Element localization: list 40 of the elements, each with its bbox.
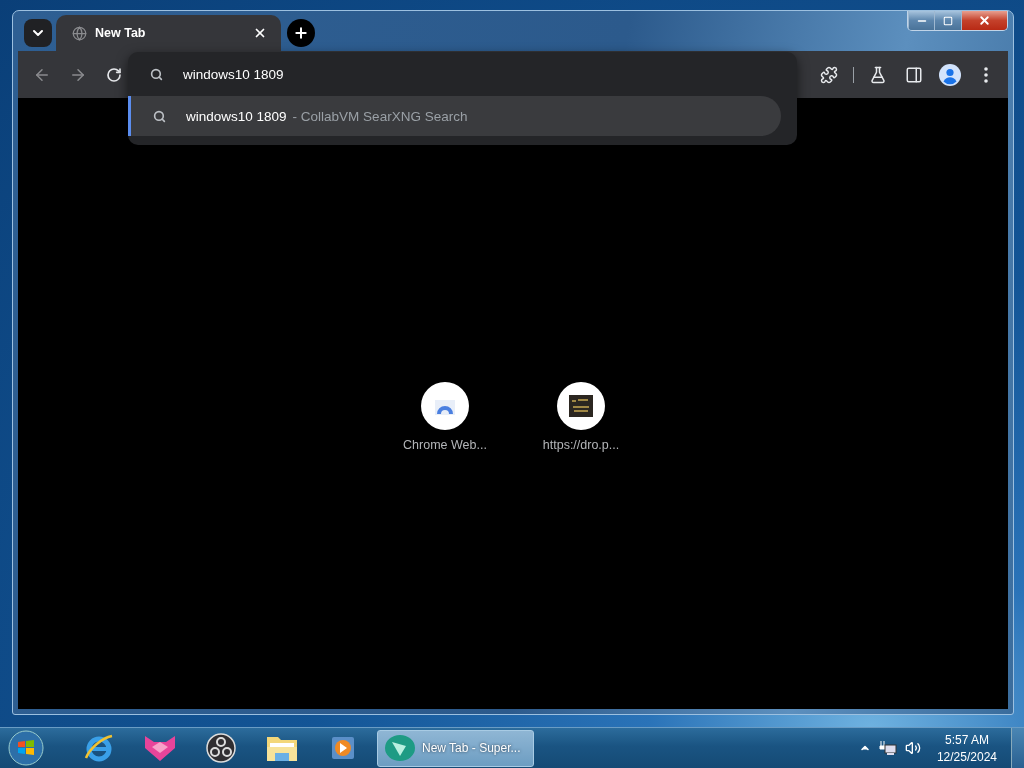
shortcut-tile[interactable]: https://dro.p...	[533, 381, 629, 452]
shortcut-title: Chrome Web...	[403, 437, 487, 452]
network-icon[interactable]	[878, 740, 897, 756]
globe-icon	[72, 25, 87, 41]
close-icon[interactable]	[253, 26, 267, 40]
browser-tab[interactable]: New Tab	[56, 15, 281, 51]
minimize-button[interactable]	[908, 11, 934, 30]
reload-icon	[106, 66, 122, 83]
new-tab-button[interactable]	[287, 19, 315, 47]
search-icon	[150, 67, 163, 81]
flask-icon	[869, 65, 887, 84]
show-desktop-button[interactable]	[1011, 728, 1024, 768]
start-orb-icon	[8, 730, 44, 766]
clock-date: 12/25/2024	[936, 749, 997, 764]
thumbnail-icon	[569, 394, 593, 417]
maximize-icon	[943, 15, 953, 26]
suggestion-item[interactable]: windows10 1809 - CollabVM SearXNG Search	[128, 96, 781, 136]
shortcut-tile[interactable]: Chrome Web...	[397, 381, 493, 452]
menu-icon	[984, 66, 988, 83]
start-button[interactable]	[6, 728, 46, 768]
side-panel-icon	[905, 65, 923, 84]
maximize-button[interactable]	[934, 11, 961, 30]
close-icon	[978, 14, 991, 27]
plus-icon	[293, 25, 309, 41]
clock-time: 5:57 AM	[944, 732, 989, 747]
fox-head-icon[interactable]	[142, 734, 177, 762]
shortcut-title: https://dro.p...	[542, 437, 620, 452]
tab-search-button[interactable]	[24, 19, 52, 47]
volume-icon[interactable]	[904, 740, 921, 756]
suggestion-query: windows10 1809	[186, 108, 287, 124]
clock[interactable]: 5:57 AM 12/25/2024	[936, 732, 997, 764]
browser-e-icon[interactable]	[82, 732, 115, 764]
puzzle-icon	[820, 65, 838, 84]
obs-logo-icon[interactable]	[205, 733, 236, 763]
suggestion-source: - CollabVM SearXNG Search	[292, 108, 468, 124]
search-icon	[153, 109, 166, 123]
close-button[interactable]	[961, 11, 1007, 30]
tab-title: New Tab	[95, 26, 147, 40]
app-logo-icon	[384, 734, 416, 762]
profile-button[interactable]	[938, 62, 962, 87]
